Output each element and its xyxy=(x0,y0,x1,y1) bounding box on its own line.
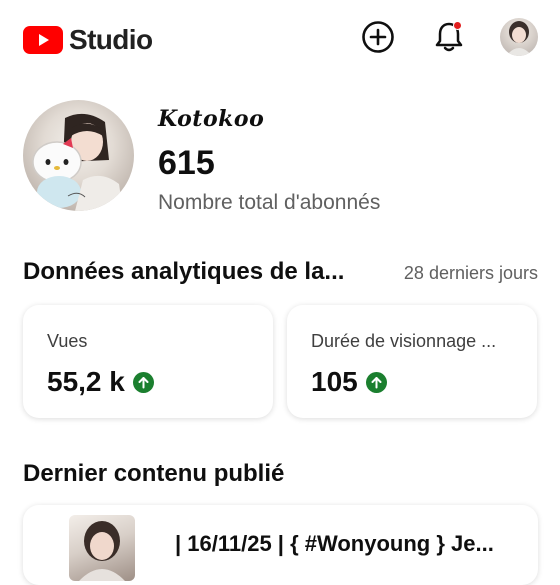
views-value-row: 55,2 k xyxy=(47,366,154,398)
analytics-header[interactable]: Données analytiques de la... 28 derniers… xyxy=(23,258,538,292)
notification-dot xyxy=(453,21,462,30)
arrow-up-icon xyxy=(132,371,154,393)
top-app-bar: Studio xyxy=(0,0,560,76)
channel-name: Kotokoo xyxy=(158,106,265,132)
subscriber-count: 615 xyxy=(158,144,215,182)
watch-time-label: Durée de visionnage ... xyxy=(311,331,497,351)
arrow-up-icon xyxy=(365,371,387,393)
brand-name: Studio xyxy=(69,24,153,55)
create-button[interactable] xyxy=(360,19,396,55)
latest-video-card[interactable]: | 16/11/25 | { #Wonyoung } Je... xyxy=(23,505,538,585)
subscriber-label: Nombre total d'abonnés xyxy=(158,191,381,214)
views-label: Vues xyxy=(47,331,88,351)
watch-time-value-row: 105 xyxy=(311,366,387,398)
youtube-play-icon xyxy=(23,26,63,54)
channel-avatar[interactable] xyxy=(23,100,134,211)
views-value: 55,2 k xyxy=(47,366,125,397)
watch-time-card[interactable]: Durée de visionnage ... 105 xyxy=(287,305,537,418)
video-thumbnail[interactable] xyxy=(69,515,135,581)
account-avatar[interactable] xyxy=(500,18,538,56)
notifications-button[interactable] xyxy=(431,19,467,55)
studio-logo[interactable]: Studio xyxy=(23,24,153,56)
latest-content-title: Dernier contenu publié xyxy=(23,460,285,487)
channel-summary: Kotokoo 615 Nombre total d'abonnés xyxy=(0,96,560,226)
create-icon xyxy=(362,21,394,53)
analytics-title: Données analytiques de la... xyxy=(23,258,345,285)
analytics-period: 28 derniers jours xyxy=(403,263,538,283)
views-card[interactable]: Vues 55,2 k xyxy=(23,305,273,418)
video-title: | 16/11/25 | { #Wonyoung } Je... xyxy=(175,531,494,556)
watch-time-value: 105 xyxy=(311,366,358,397)
